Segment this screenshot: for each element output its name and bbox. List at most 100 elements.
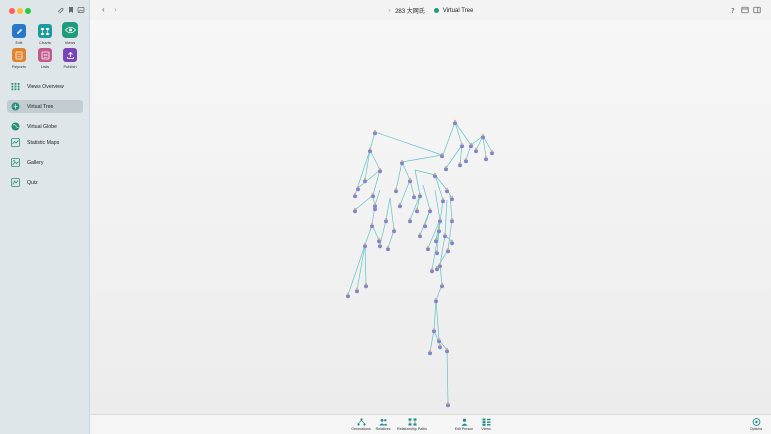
lists-icon bbox=[38, 48, 52, 62]
person-node[interactable] bbox=[384, 217, 388, 224]
generations-button[interactable]: Generations bbox=[348, 418, 374, 431]
person-node[interactable] bbox=[438, 262, 442, 269]
sidebar-item-quiz[interactable]: Quiz bbox=[7, 176, 83, 189]
tree-connection-line bbox=[442, 121, 456, 156]
person-node[interactable] bbox=[481, 133, 485, 140]
person-node[interactable] bbox=[400, 159, 404, 166]
tree-connection-line bbox=[385, 197, 391, 221]
person-node[interactable] bbox=[450, 217, 454, 224]
sidebar-item-views-overview[interactable]: Views Overview bbox=[7, 80, 83, 93]
globe-icon bbox=[11, 122, 20, 131]
charts-button[interactable]: Charts bbox=[33, 24, 57, 45]
person-node[interactable] bbox=[434, 297, 438, 304]
person-node[interactable] bbox=[428, 207, 432, 214]
bookmark-icon[interactable] bbox=[67, 6, 75, 14]
person-node[interactable] bbox=[428, 349, 432, 356]
main-area: ‹ › ♀ 283 大网氏 Virtual Tree ? Generations… bbox=[90, 0, 771, 434]
person-node[interactable] bbox=[446, 247, 450, 254]
sidebar-toggle-icon[interactable] bbox=[753, 6, 761, 14]
sidebar-item-label: Virtual Globe bbox=[27, 123, 57, 130]
zoom-window-button[interactable] bbox=[25, 8, 31, 14]
tree-connection-line bbox=[447, 219, 453, 251]
person-node[interactable] bbox=[453, 119, 457, 126]
person-node[interactable] bbox=[346, 292, 350, 299]
person-node[interactable] bbox=[398, 202, 402, 209]
person-node[interactable] bbox=[433, 172, 437, 179]
edit-button[interactable]: Edit bbox=[7, 24, 31, 45]
publish-button-label: Publish bbox=[63, 64, 77, 69]
person-node[interactable] bbox=[418, 192, 422, 199]
close-window-button[interactable] bbox=[9, 8, 15, 14]
minimize-window-button[interactable] bbox=[17, 8, 23, 14]
person-node[interactable] bbox=[490, 149, 494, 156]
person-node[interactable] bbox=[438, 217, 442, 224]
person-node[interactable] bbox=[373, 202, 377, 209]
paperclip-icon[interactable] bbox=[56, 6, 64, 14]
sidebar-item-virtual-globe[interactable]: Virtual Globe bbox=[7, 120, 83, 133]
person-node[interactable] bbox=[446, 401, 450, 408]
help-icon[interactable]: ? bbox=[729, 6, 737, 14]
person-node[interactable] bbox=[408, 177, 412, 184]
sidebar-item-virtual-tree[interactable]: Virtual Tree bbox=[7, 100, 83, 113]
family-tree-graph[interactable] bbox=[90, 20, 771, 414]
window-layout-icon[interactable] bbox=[741, 6, 749, 14]
edit-person-button[interactable]: Edit Person bbox=[452, 418, 476, 431]
options-button[interactable]: Options bbox=[746, 418, 766, 431]
person-node[interactable] bbox=[441, 197, 445, 204]
views-icon bbox=[478, 418, 494, 426]
tree-connection-line bbox=[429, 329, 435, 353]
person-node[interactable] bbox=[412, 193, 416, 200]
person-node[interactable] bbox=[353, 192, 357, 199]
person-node[interactable] bbox=[460, 142, 464, 149]
person-node[interactable] bbox=[450, 195, 454, 202]
person-node[interactable] bbox=[378, 167, 382, 174]
edit-button-label: Edit bbox=[15, 40, 23, 45]
charts-button-label: Charts bbox=[39, 40, 51, 45]
person-node[interactable] bbox=[458, 161, 462, 168]
person-node[interactable] bbox=[368, 147, 372, 154]
person-node[interactable] bbox=[415, 207, 419, 214]
person-node[interactable] bbox=[371, 192, 375, 199]
person-node[interactable] bbox=[418, 232, 422, 239]
person-node[interactable] bbox=[373, 129, 377, 136]
sidebar-item-statistic-maps[interactable]: Statistic Maps bbox=[7, 136, 83, 149]
person-node[interactable] bbox=[432, 327, 436, 334]
lists-button[interactable]: Lists bbox=[33, 48, 57, 69]
person-node[interactable] bbox=[443, 232, 447, 239]
person-node[interactable] bbox=[363, 177, 367, 184]
views-toolbar-button[interactable]: Views bbox=[478, 418, 494, 431]
sidebar-item-gallery[interactable]: Gallery bbox=[7, 156, 83, 169]
person-node[interactable] bbox=[426, 245, 430, 252]
sidebar-item-label: Statistic Maps bbox=[27, 139, 60, 146]
person-node[interactable] bbox=[440, 282, 444, 289]
person-node[interactable] bbox=[474, 147, 478, 154]
person-node[interactable] bbox=[437, 337, 441, 344]
views-button-label: Views bbox=[64, 40, 76, 45]
person-node[interactable] bbox=[394, 187, 398, 194]
person-node[interactable] bbox=[370, 222, 374, 229]
person-node[interactable] bbox=[484, 155, 488, 162]
views-button[interactable]: Views bbox=[58, 22, 82, 45]
person-node[interactable] bbox=[364, 282, 368, 289]
person-node[interactable] bbox=[378, 242, 382, 249]
person-node[interactable] bbox=[377, 237, 381, 244]
reports-button[interactable]: Reports bbox=[7, 48, 31, 69]
publish-button[interactable]: Publish bbox=[58, 48, 82, 69]
person-node[interactable] bbox=[438, 343, 442, 350]
person-node[interactable] bbox=[408, 217, 412, 224]
person-node[interactable] bbox=[363, 242, 367, 249]
active-person-name[interactable]: 283 大网氏 bbox=[395, 6, 425, 15]
tree-connection-line bbox=[364, 224, 373, 246]
person-node[interactable] bbox=[430, 267, 434, 274]
person-node[interactable] bbox=[386, 245, 390, 252]
person-node[interactable] bbox=[464, 157, 468, 164]
person-node[interactable] bbox=[423, 222, 427, 229]
person-node[interactable] bbox=[392, 227, 396, 234]
virtual-tree-canvas[interactable] bbox=[90, 20, 771, 414]
tree-connection-line bbox=[389, 197, 395, 231]
relationship-paths-button[interactable]: Relationship Paths bbox=[395, 418, 429, 431]
person-node[interactable] bbox=[437, 227, 441, 234]
relatives-button[interactable]: Relatives bbox=[373, 418, 393, 431]
gallery-toolbar-icon[interactable] bbox=[77, 6, 85, 14]
person-node[interactable] bbox=[355, 287, 359, 294]
